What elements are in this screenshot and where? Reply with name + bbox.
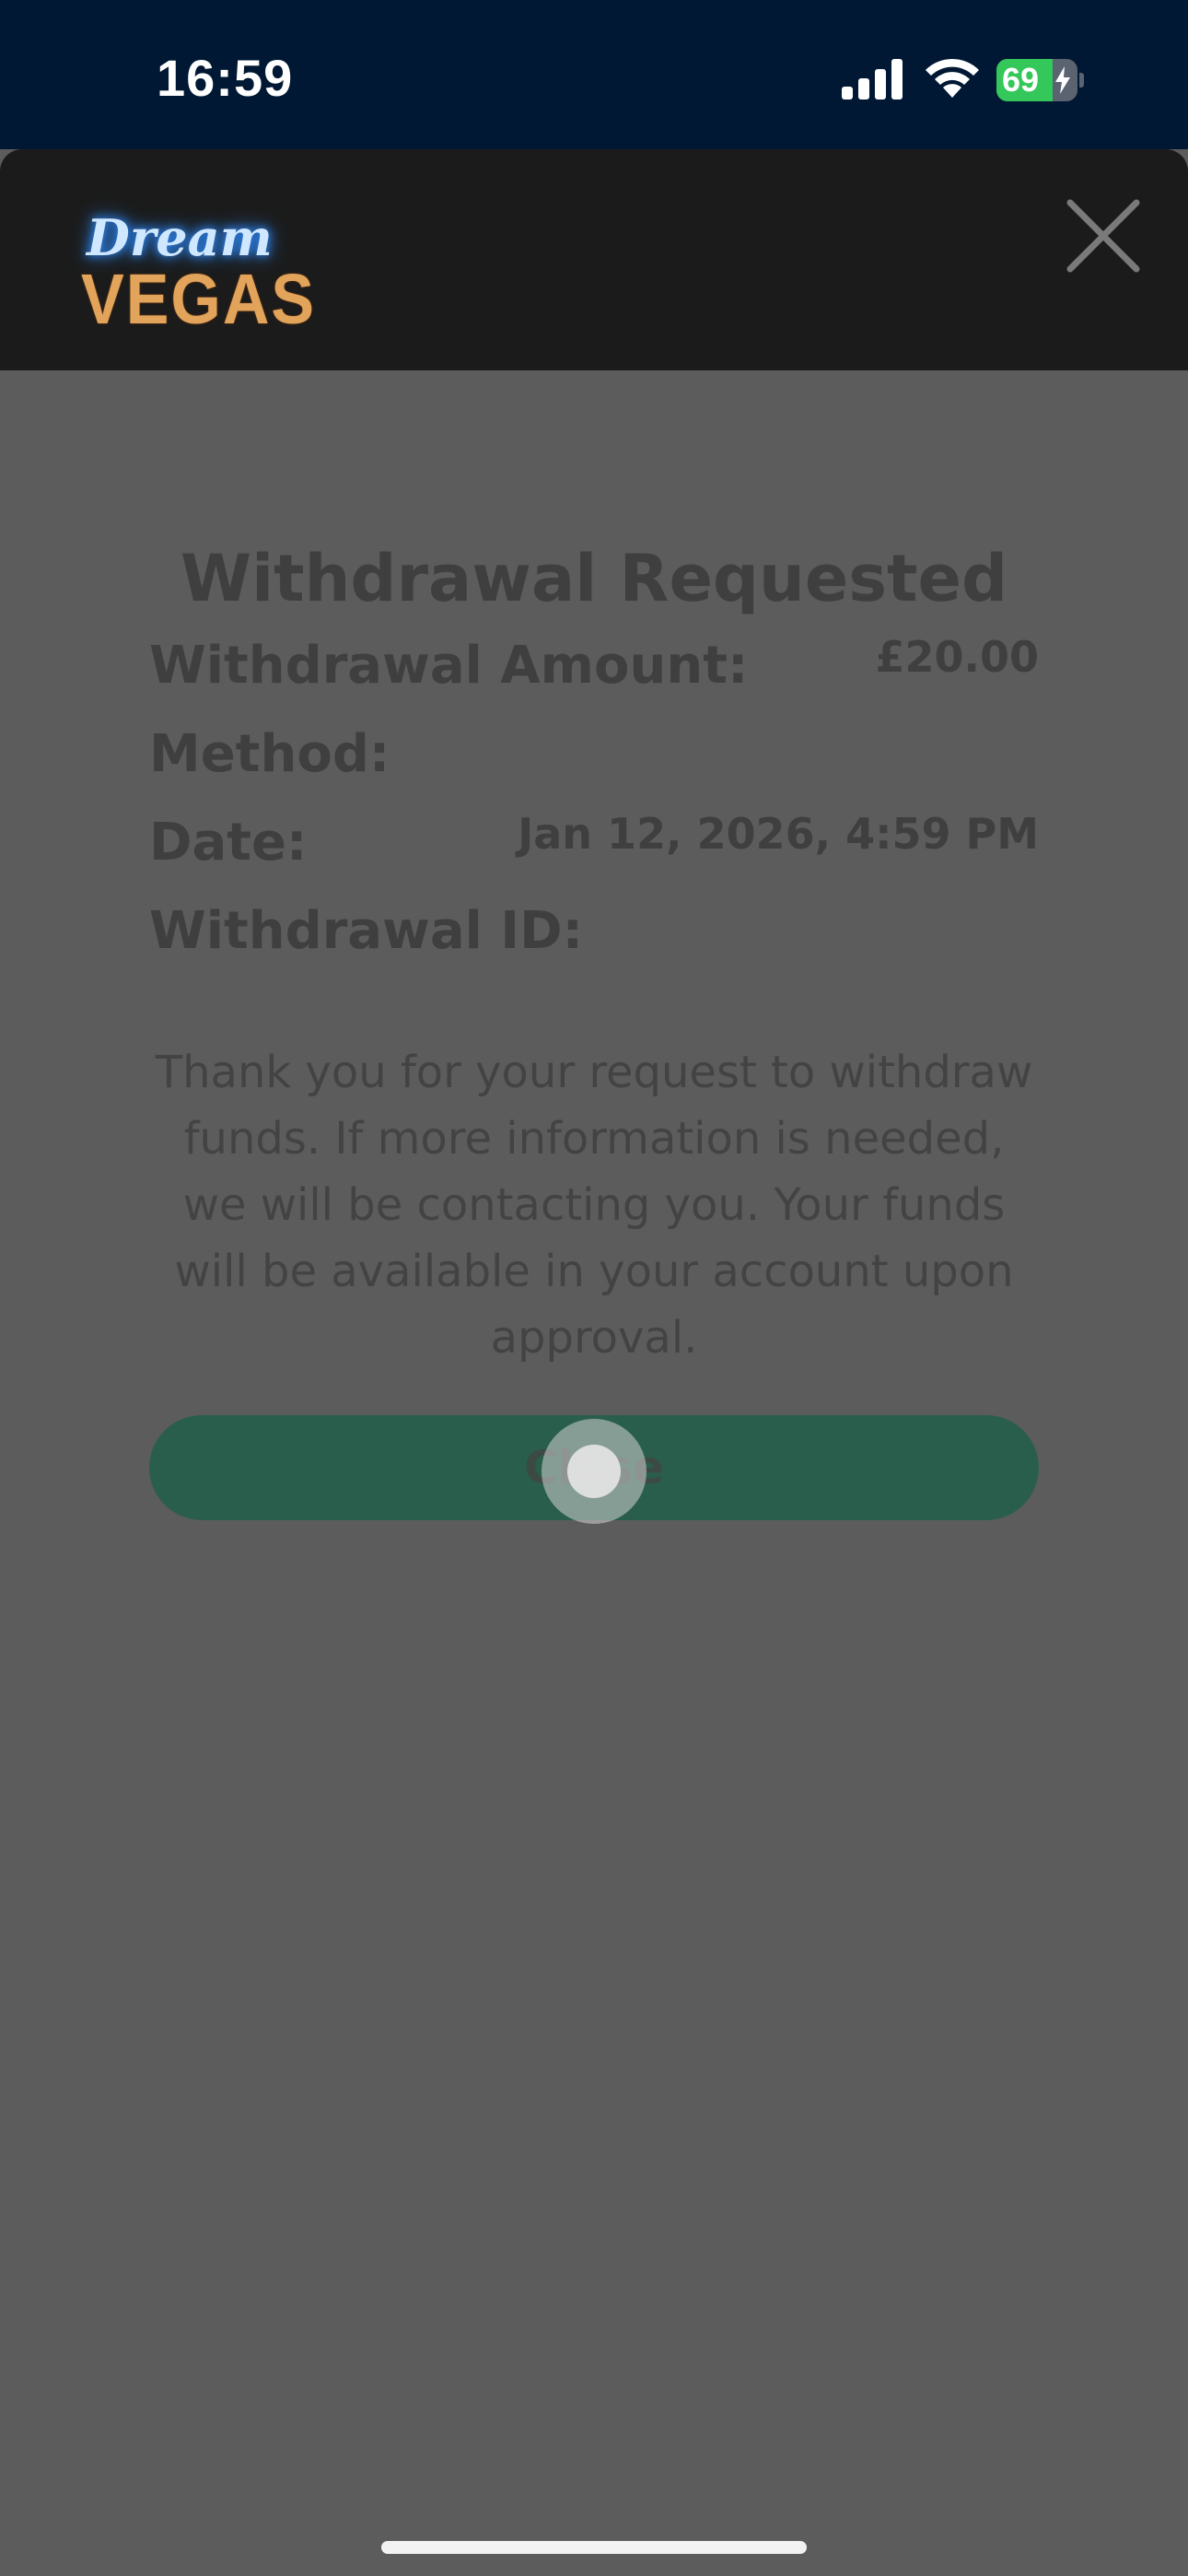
detail-row-date: Date: Jan 12, 2026, 4:59 PM [149,800,1039,888]
page-title: Withdrawal Requested [180,541,1008,616]
detail-row-withdrawal-id: Withdrawal ID: [149,888,1039,977]
detail-row-method: Method: [149,711,1039,800]
logo-block-text: VEGAS [81,259,317,339]
withdrawal-details: Withdrawal Requested Withdrawal Amount: … [149,534,1039,1415]
detail-label: Method: [149,724,390,784]
confirmation-message: Thank you for your request to withdraw f… [155,1047,1033,1364]
detail-label: Withdrawal Amount: [149,636,749,696]
signal-icon [842,59,903,100]
detail-value: £20.00 [875,632,1039,682]
withdrawal-requested-screen: 16:59 69 Dream VEGAS Withdrawal Requeste… [0,0,1188,2576]
modal-header: Dream VEGAS [0,149,1188,370]
status-time: 16:59 [157,49,294,107]
logo-script-text: Dream [87,208,273,267]
detail-row-amount: Withdrawal Amount: £20.00 [149,623,1039,711]
dream-vegas-logo: Dream VEGAS [79,210,314,336]
home-indicator[interactable] [381,2541,807,2554]
wifi-icon [926,58,979,98]
close-icon[interactable] [1066,199,1140,273]
charging-bolt-icon [1055,66,1070,94]
battery-percent: 69 [1002,61,1040,99]
detail-label: Withdrawal ID: [149,901,584,961]
detail-value: Jan 12, 2026, 4:59 PM [518,809,1039,859]
battery-icon: 69 [996,59,1085,101]
touch-indicator [542,1419,646,1524]
detail-label: Date: [149,813,308,872]
status-bar: 16:59 69 [0,0,1188,149]
